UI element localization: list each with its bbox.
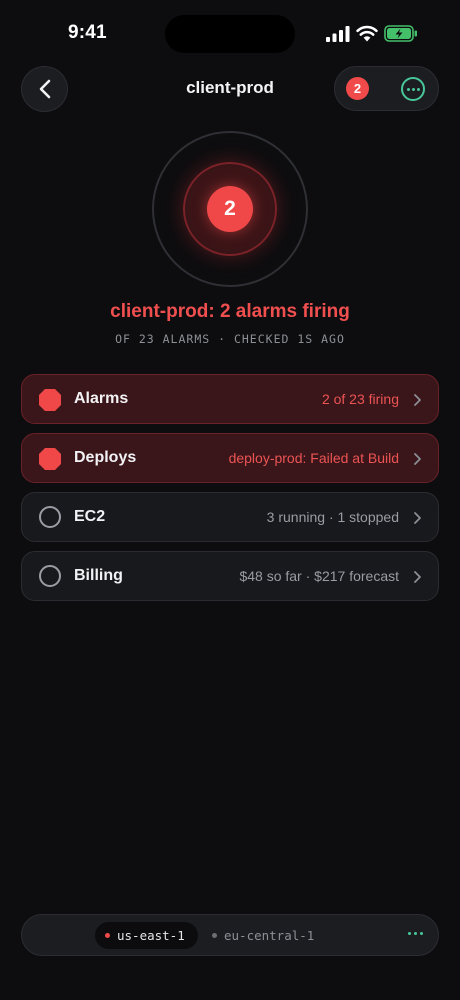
ellipsis-dot [408, 932, 411, 935]
ellipsis-dot [414, 932, 417, 935]
status-time: 9:41 [68, 22, 107, 43]
row-label: EC2 [74, 508, 106, 525]
chevron-right-icon [414, 394, 421, 406]
row-deploys[interactable]: Deploys deploy-prod: Failed at Build [21, 433, 439, 483]
page-title: client-prod [186, 78, 274, 97]
dynamic-island [165, 15, 295, 53]
row-value: $48 so far · $217 forecast [239, 568, 399, 584]
region-label: us-east-1 [117, 928, 185, 943]
ellipsis-dot [406, 87, 410, 91]
region-label: eu-central-1 [224, 928, 315, 943]
status-dot [212, 933, 217, 938]
row-label: Deploys [74, 449, 137, 466]
back-button[interactable] [21, 66, 68, 112]
octagon-alert-icon [39, 448, 61, 470]
circle-icon [39, 565, 61, 587]
firing-count-badge: 2 [207, 186, 253, 232]
status-subtitle: OF 23 ALARMS · CHECKED 1S AGO [115, 332, 345, 346]
more-options-button[interactable] [401, 77, 425, 101]
ellipsis-dot [416, 87, 420, 91]
cellular-signal-icon [326, 26, 350, 42]
status-bar: 9:41 [0, 0, 460, 66]
row-billing[interactable]: Billing $48 so far · $217 forecast [21, 551, 439, 601]
circle-icon [39, 506, 61, 528]
row-ec2[interactable]: EC2 3 running · 1 stopped [21, 492, 439, 542]
wifi-icon [356, 25, 378, 42]
battery-charging-icon [384, 25, 417, 42]
nav-actions-pill: 2 [334, 66, 439, 111]
chevron-right-icon [414, 571, 421, 583]
row-label: Billing [74, 567, 123, 584]
row-value: deploy-prod: Failed at Build [228, 450, 399, 466]
chevron-left-icon [39, 79, 50, 99]
octagon-alert-icon [39, 389, 61, 411]
region-more-button[interactable] [408, 932, 423, 935]
ellipsis-dot [420, 932, 423, 935]
status-dot [105, 933, 110, 938]
alarm-count-badge[interactable]: 2 [346, 77, 369, 100]
region-switcher: us-east-1 eu-central-1 [21, 914, 439, 956]
screen: 9:41 client-prod 2 2 client-prod: 2 alar… [0, 0, 460, 1000]
chevron-right-icon [414, 512, 421, 524]
row-label: Alarms [74, 390, 129, 407]
region-chip-us-east-1[interactable]: us-east-1 [95, 922, 198, 949]
status-indicator: 2 [192, 171, 268, 247]
row-alarms[interactable]: Alarms 2 of 23 firing [21, 374, 439, 424]
ellipsis-dot [411, 87, 415, 91]
row-value: 2 of 23 firing [321, 391, 399, 407]
chevron-right-icon [414, 453, 421, 465]
region-chip-eu-central-1[interactable]: eu-central-1 [206, 922, 326, 949]
row-value: 3 running · 1 stopped [266, 509, 399, 525]
status-headline: client-prod: 2 alarms firing [110, 301, 350, 322]
